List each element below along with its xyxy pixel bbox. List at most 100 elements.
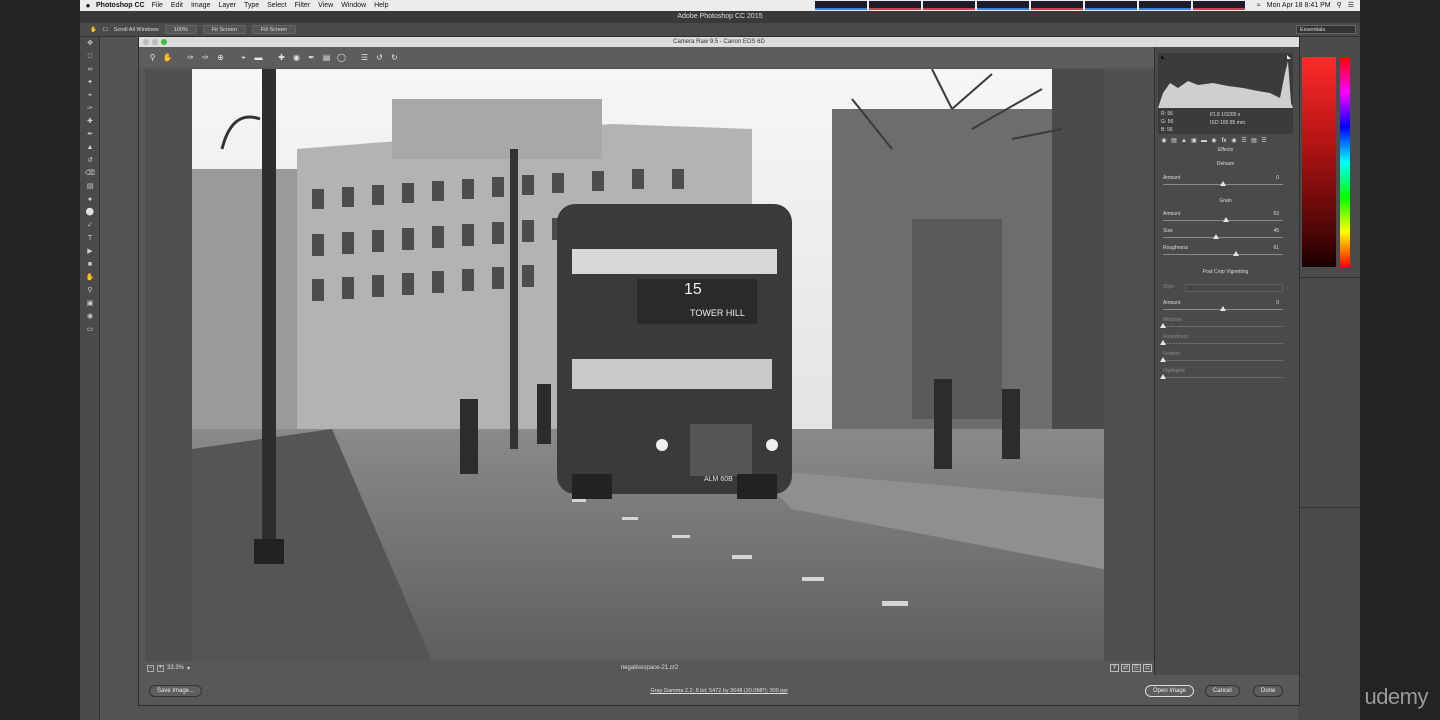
snapshots-tab-icon[interactable]: ▤ (1250, 137, 1258, 145)
radial-filter-icon[interactable]: ◯ (336, 52, 347, 63)
dehaze-amount-value[interactable]: 0 (1276, 175, 1279, 181)
red-eye-icon[interactable]: ◉ (291, 52, 302, 63)
hsl-tab-icon[interactable]: ▣ (1190, 137, 1198, 145)
straighten-tool-icon[interactable]: ▬ (253, 52, 264, 63)
menubar-clock[interactable]: Mon Apr 18 8:41 PM (1267, 0, 1331, 11)
rotate-right-icon[interactable]: ↻ (389, 52, 400, 63)
menu-image[interactable]: Image (191, 0, 210, 11)
slider-thumb[interactable] (1160, 357, 1166, 362)
slider-thumb[interactable] (1160, 340, 1166, 345)
cancel-button[interactable]: Cancel (1205, 685, 1240, 697)
slider-thumb[interactable] (1160, 323, 1166, 328)
vignette-highlights-slider[interactable]: Highlights (1160, 368, 1285, 382)
vignette-roundness-slider[interactable]: Roundness (1160, 334, 1285, 348)
open-image-button[interactable]: Open Image (1145, 685, 1195, 697)
vignette-style-select[interactable]: Style: (1163, 284, 1285, 293)
history-brush-icon[interactable]: ↺ (83, 155, 97, 167)
move-tool-icon[interactable]: ✥ (83, 38, 97, 50)
fit-screen-button[interactable]: Fit Screen (202, 25, 246, 34)
menu-help[interactable]: Help (374, 0, 388, 11)
grain-amount-value[interactable]: 53 (1273, 211, 1279, 217)
grain-roughness-slider[interactable]: Roughness 61 (1163, 245, 1285, 259)
vignette-midpoint-slider[interactable]: Midpoint (1160, 317, 1285, 331)
copy-settings-icon[interactable]: ⎘ (1132, 664, 1141, 672)
marquee-tool-icon[interactable]: □ (83, 51, 97, 63)
swap-settings-icon[interactable]: ⇄ (1121, 664, 1130, 672)
targeted-adjustment-icon[interactable]: ⊕ (215, 52, 226, 63)
close-dot-icon[interactable] (143, 39, 149, 45)
grain-amount-slider[interactable]: Amount 53 (1163, 211, 1285, 225)
slider-thumb[interactable] (1233, 251, 1239, 256)
color-swatches-icon[interactable]: ▣ (83, 298, 97, 310)
zoom-tool-icon[interactable]: ⚲ (147, 52, 158, 63)
crop-tool-icon[interactable]: ⌖ (83, 90, 97, 102)
panel-menu-icon[interactable]: ☰ (1260, 137, 1268, 145)
color-sampler-tool-icon[interactable]: ✑ (200, 52, 211, 63)
quick-select-tool-icon[interactable]: ✦ (83, 77, 97, 89)
lasso-tool-icon[interactable]: ∞ (83, 64, 97, 76)
rectangle-tool-icon[interactable]: ■ (83, 259, 97, 271)
eyedropper-tool-icon[interactable]: ✑ (83, 103, 97, 115)
done-button[interactable]: Done (1253, 685, 1284, 697)
white-balance-tool-icon[interactable]: ✑ (185, 52, 196, 63)
rotate-left-icon[interactable]: ↺ (374, 52, 385, 63)
hue-slider[interactable] (1340, 57, 1350, 267)
tone-curve-tab-icon[interactable]: ▤ (1170, 137, 1178, 145)
zoom-tool-icon[interactable]: ⚲ (83, 285, 97, 297)
slider-thumb[interactable] (1223, 217, 1229, 222)
basic-tab-icon[interactable]: ◉ (1160, 137, 1168, 145)
menu-filter[interactable]: Filter (295, 0, 311, 11)
zoom-dot-icon[interactable] (161, 39, 167, 45)
spotlight-icon[interactable]: ⚲ (1337, 0, 1342, 11)
grain-roughness-value[interactable]: 61 (1273, 245, 1279, 251)
menu-edit[interactable]: Edit (171, 0, 183, 11)
slider-thumb[interactable] (1220, 181, 1226, 186)
crop-tool-icon[interactable]: ⌖ (238, 52, 249, 63)
split-toning-tab-icon[interactable]: ▬ (1200, 137, 1208, 145)
dodge-tool-icon[interactable]: ⚪ (83, 207, 97, 219)
workflow-options-link[interactable]: Gray Gamma 2.2; 8 bit; 5472 by 3648 (20.… (139, 688, 1299, 694)
menu-app-name[interactable]: Photoshop CC (96, 0, 145, 11)
pen-tool-icon[interactable]: ✓ (83, 220, 97, 232)
before-after-button[interactable]: Y (1110, 664, 1119, 672)
menu-layer[interactable]: Layer (218, 0, 236, 11)
menu-view[interactable]: View (318, 0, 333, 11)
hand-tool-icon[interactable]: ✋ (83, 272, 97, 284)
color-picker-field[interactable] (1302, 57, 1336, 267)
vignette-feather-slider[interactable]: Feather (1160, 351, 1285, 365)
brush-tool-icon[interactable]: ✒ (83, 129, 97, 141)
dehaze-amount-slider[interactable]: Amount 0 (1163, 175, 1285, 189)
spot-removal-icon[interactable]: ✚ (276, 52, 287, 63)
detail-tab-icon[interactable]: ▲ (1180, 137, 1188, 145)
vignette-amount-slider[interactable]: Amount 0 (1163, 300, 1285, 314)
apple-menu-icon[interactable]: ● (80, 0, 96, 11)
image-preview-area[interactable]: 15 TOWER HILL ALM 60B (145, 69, 1154, 661)
fill-screen-button[interactable]: Fill Screen (251, 25, 296, 34)
slider-thumb[interactable] (1220, 306, 1226, 311)
menu-type[interactable]: Type (244, 0, 259, 11)
graduated-filter-icon[interactable]: ▤ (321, 52, 332, 63)
grain-size-slider[interactable]: Size 45 (1163, 228, 1285, 242)
lens-tab-icon[interactable]: ◉ (1210, 137, 1218, 145)
toggle-defaults-icon[interactable]: ☰ (1143, 664, 1152, 672)
zoom-100-button[interactable]: 100% (164, 25, 197, 34)
hand-tool-icon[interactable]: ✋ (162, 52, 173, 63)
preferences-icon[interactable]: ☰ (359, 52, 370, 63)
quick-mask-icon[interactable]: ◉ (83, 311, 97, 323)
effects-tab-icon[interactable]: fx (1220, 137, 1228, 145)
notifications-icon[interactable]: ☰ (1348, 0, 1354, 11)
eraser-tool-icon[interactable]: ⌫ (83, 168, 97, 180)
minimize-dot-icon[interactable] (152, 39, 158, 45)
vignette-amount-value[interactable]: 0 (1276, 300, 1279, 306)
screen-mode-icon[interactable]: ▭ (83, 324, 97, 336)
healing-tool-icon[interactable]: ✚ (83, 116, 97, 128)
grain-size-value[interactable]: 45 (1273, 228, 1279, 234)
blur-tool-icon[interactable]: ● (83, 194, 97, 206)
slider-thumb[interactable] (1160, 374, 1166, 379)
menu-file[interactable]: File (152, 0, 163, 11)
wifi-icon[interactable]: ≈ (1257, 0, 1261, 11)
gradient-tool-icon[interactable]: ▤ (83, 181, 97, 193)
slider-thumb[interactable] (1213, 234, 1219, 239)
scroll-all-checkbox[interactable]: ☐ (103, 27, 108, 33)
menu-window[interactable]: Window (341, 0, 366, 11)
